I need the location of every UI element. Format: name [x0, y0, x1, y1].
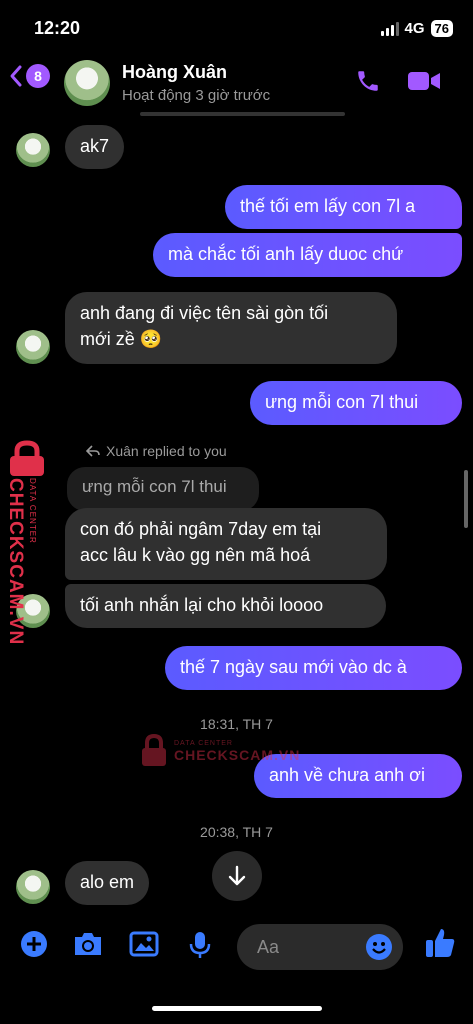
message-incoming[interactable]: alo em	[65, 861, 150, 905]
reply-icon	[86, 445, 100, 457]
message-incoming[interactable]: ak7	[65, 125, 125, 169]
reply-label-text: Xuân replied to you	[106, 443, 227, 459]
message-outgoing[interactable]: mà chắc tối anh lấy duoc chứ	[153, 233, 462, 277]
header-divider	[140, 112, 345, 116]
plus-icon	[21, 931, 47, 957]
message-line: con đó phải ngâm 7day em tại	[80, 519, 322, 539]
like-button[interactable]	[424, 926, 456, 965]
message-line: anh đang đi việc tên sài gòn tối	[80, 303, 329, 323]
contact-status: Hoạt động 3 giờ trước	[122, 87, 271, 104]
message-line: acc lâu k vào gg nên mã hoá	[80, 545, 311, 565]
lock-icon	[142, 734, 166, 766]
back-chevron-icon	[10, 65, 22, 87]
header-actions	[355, 68, 441, 94]
camera-icon	[75, 933, 101, 955]
message-input-container	[237, 924, 403, 970]
message-outgoing[interactable]: thế 7 ngày sau mới vào dc à	[165, 646, 462, 690]
image-icon	[129, 931, 159, 957]
signal-icon	[380, 21, 399, 36]
message-incoming[interactable]: con đó phải ngâm 7day em tại acc lâu k v…	[65, 508, 387, 580]
scrollbar[interactable]	[464, 470, 468, 528]
quoted-message[interactable]: ưng mỗi con 7l thui	[67, 467, 259, 511]
reply-label: Xuân replied to you	[86, 443, 227, 459]
emoji-icon[interactable]	[365, 933, 393, 961]
microphone-icon	[189, 932, 211, 958]
lock-icon	[10, 440, 44, 476]
gallery-button[interactable]	[129, 930, 159, 963]
back-button[interactable]: 8	[8, 64, 50, 88]
sender-avatar	[16, 870, 50, 904]
watermark-brand: CHECKSCAM.VN	[5, 478, 26, 646]
timestamp: 20:38, TH 7	[200, 824, 273, 840]
network-label: 4G	[404, 20, 425, 37]
camera-button[interactable]	[72, 930, 104, 963]
scroll-to-bottom-button[interactable]	[212, 851, 262, 901]
plus-button[interactable]	[20, 930, 48, 963]
thumbs-up-icon	[426, 929, 455, 957]
voice-button[interactable]	[188, 930, 212, 965]
status-time: 12:20	[34, 18, 81, 38]
home-indicator	[152, 1006, 322, 1011]
watermark-sub: DATA CENTER	[174, 739, 233, 747]
video-icon[interactable]	[407, 69, 441, 93]
contact-name[interactable]: Hoàng Xuân	[122, 62, 227, 83]
message-input[interactable]	[255, 936, 359, 959]
phone-icon[interactable]	[355, 68, 381, 94]
sender-avatar	[16, 330, 50, 364]
arrow-down-icon	[228, 865, 246, 886]
timestamp: 18:31, TH 7	[200, 716, 273, 732]
message-outgoing[interactable]: thế tối em lấy con 7l a	[225, 185, 462, 229]
unread-badge: 8	[26, 64, 50, 88]
message-incoming[interactable]: anh đang đi việc tên sài gòn tối mới zề …	[65, 292, 397, 364]
sender-avatar	[16, 133, 50, 167]
message-incoming[interactable]: tối anh nhắn lại cho khỏi loooo	[65, 584, 386, 628]
message-line: mới zề 🥺	[80, 329, 163, 349]
message-outgoing[interactable]: ưng mỗi con 7l thui	[250, 381, 462, 425]
status-indicators: 4G 76	[380, 20, 453, 37]
watermark-center: DATA CENTER CHECKSCAM.VN	[140, 734, 300, 768]
contact-avatar[interactable]	[64, 60, 110, 106]
watermark-sub: DATA CENTER	[28, 478, 37, 544]
battery-icon: 76	[430, 20, 453, 37]
watermark-brand: CHECKSCAM.VN	[174, 746, 301, 763]
